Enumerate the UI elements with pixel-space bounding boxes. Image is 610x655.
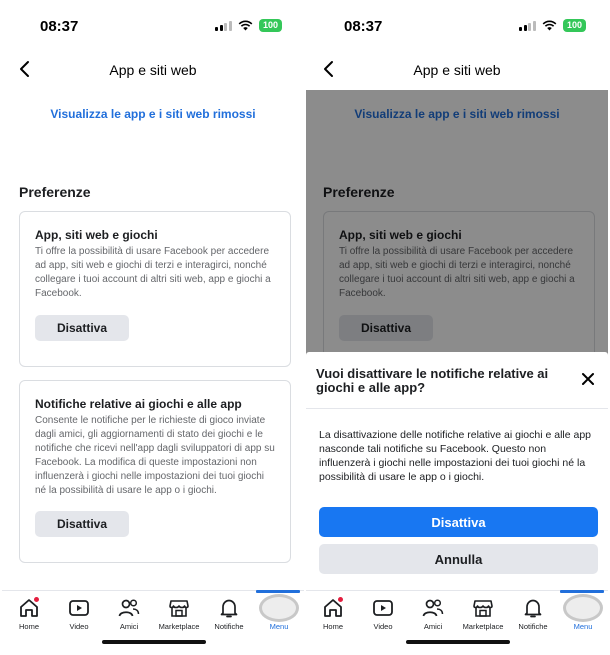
nav-bar: App e siti web bbox=[306, 52, 608, 88]
tab-marketplace[interactable]: Marketplace bbox=[458, 591, 508, 633]
card-title: App, siti web e giochi bbox=[35, 228, 158, 242]
apps-websites-games-card: App, siti web e giochi Ti offre la possi… bbox=[19, 211, 291, 367]
tab-label: Notifiche bbox=[518, 622, 548, 631]
status-bar: 08:37 100 bbox=[2, 0, 304, 50]
dialog-divider bbox=[306, 408, 608, 409]
confirm-disable-button[interactable]: Disattiva bbox=[319, 507, 598, 537]
friends-icon bbox=[422, 599, 444, 617]
tab-bar: Home Video Amici Marketplace Notifiche M… bbox=[306, 590, 608, 655]
status-icons: 100 bbox=[215, 19, 282, 32]
tab-menu[interactable]: Menu bbox=[558, 591, 608, 633]
tab-notifications[interactable]: Notifiche bbox=[204, 591, 254, 633]
video-icon bbox=[373, 600, 393, 616]
tab-label: Home bbox=[18, 622, 39, 631]
tab-home[interactable]: Home bbox=[308, 591, 358, 633]
tab-video[interactable]: Video bbox=[358, 591, 408, 633]
notification-badge bbox=[337, 596, 344, 603]
removed-apps-link[interactable]: Visualizza le app e i siti web rimossi bbox=[2, 107, 304, 121]
tab-label: Amici bbox=[119, 622, 139, 631]
status-time: 08:37 bbox=[40, 18, 79, 35]
nav-bar: App e siti web bbox=[2, 52, 304, 88]
dialog-title: Vuoi disattivare le notifiche relative a… bbox=[316, 366, 549, 395]
tab-label: Menu bbox=[573, 622, 593, 631]
bell-icon bbox=[220, 599, 238, 618]
page-title: App e siti web bbox=[109, 62, 197, 78]
tab-friends[interactable]: Amici bbox=[408, 591, 458, 633]
tab-label: Video bbox=[69, 622, 89, 631]
wifi-icon bbox=[238, 20, 253, 31]
signal-icon bbox=[519, 20, 536, 31]
tab-label: Amici bbox=[423, 622, 443, 631]
battery-indicator: 100 bbox=[258, 19, 282, 32]
card-description: Consente le notifiche per le richieste d… bbox=[35, 415, 275, 496]
dialog-body: La disattivazione delle notifiche relati… bbox=[319, 429, 592, 483]
tab-home[interactable]: Home bbox=[4, 591, 54, 633]
tab-label: Marketplace bbox=[158, 622, 200, 631]
preferences-heading: Preferenze bbox=[19, 184, 91, 200]
home-indicator bbox=[102, 640, 206, 644]
tab-label: Menu bbox=[269, 622, 289, 631]
signal-icon bbox=[215, 20, 232, 31]
phone-screen-right: 08:37 100 App e siti web Visualizza le a… bbox=[306, 0, 608, 655]
status-icons: 100 bbox=[519, 19, 586, 32]
notification-badge bbox=[33, 596, 40, 603]
friends-icon bbox=[118, 599, 140, 617]
card-description: Ti offre la possibilità di usare Faceboo… bbox=[35, 246, 271, 299]
card-title: App, siti web e giochi bbox=[339, 228, 462, 242]
disable-apps-button[interactable]: Disattiva bbox=[35, 315, 129, 341]
tab-marketplace[interactable]: Marketplace bbox=[154, 591, 204, 633]
disable-apps-button[interactable]: Disattiva bbox=[339, 315, 433, 341]
marketplace-icon bbox=[473, 600, 493, 617]
removed-apps-link[interactable]: Visualizza le app e i siti web rimossi bbox=[306, 107, 608, 121]
cancel-button[interactable]: Annulla bbox=[319, 544, 598, 574]
disable-notifications-button[interactable]: Disattiva bbox=[35, 511, 129, 537]
menu-icon bbox=[268, 597, 290, 619]
card-title: Notifiche relative ai giochi e alle app bbox=[35, 397, 242, 411]
apps-websites-games-card: App, siti web e giochi Ti offre la possi… bbox=[323, 211, 595, 367]
battery-indicator: 100 bbox=[562, 19, 586, 32]
tab-friends[interactable]: Amici bbox=[104, 591, 154, 633]
menu-icon bbox=[572, 597, 594, 619]
card-description: Ti offre la possibilità di usare Faceboo… bbox=[339, 246, 575, 299]
home-indicator bbox=[406, 640, 510, 644]
bell-icon bbox=[524, 599, 542, 618]
game-app-notifications-card: Notifiche relative ai giochi e alle app … bbox=[19, 380, 291, 563]
wifi-icon bbox=[542, 20, 557, 31]
tab-video[interactable]: Video bbox=[54, 591, 104, 633]
tab-label: Home bbox=[322, 622, 343, 631]
preferences-heading: Preferenze bbox=[323, 184, 395, 200]
status-time: 08:37 bbox=[344, 18, 383, 35]
tab-label: Video bbox=[373, 622, 393, 631]
video-icon bbox=[69, 600, 89, 616]
page-title: App e siti web bbox=[413, 62, 501, 78]
status-bar: 08:37 100 bbox=[306, 0, 608, 50]
phone-screen-left: 08:37 100 App e siti web Visualizza le a… bbox=[2, 0, 304, 655]
marketplace-icon bbox=[169, 600, 189, 617]
tab-label: Marketplace bbox=[462, 622, 504, 631]
tab-label: Notifiche bbox=[214, 622, 244, 631]
confirm-dialog: Vuoi disattivare le notifiche relative a… bbox=[306, 352, 608, 592]
close-icon[interactable] bbox=[581, 372, 595, 386]
tab-bar: Home Video Amici Marketplace Notifiche M… bbox=[2, 590, 304, 655]
tab-notifications[interactable]: Notifiche bbox=[508, 591, 558, 633]
tab-menu[interactable]: Menu bbox=[254, 591, 304, 633]
